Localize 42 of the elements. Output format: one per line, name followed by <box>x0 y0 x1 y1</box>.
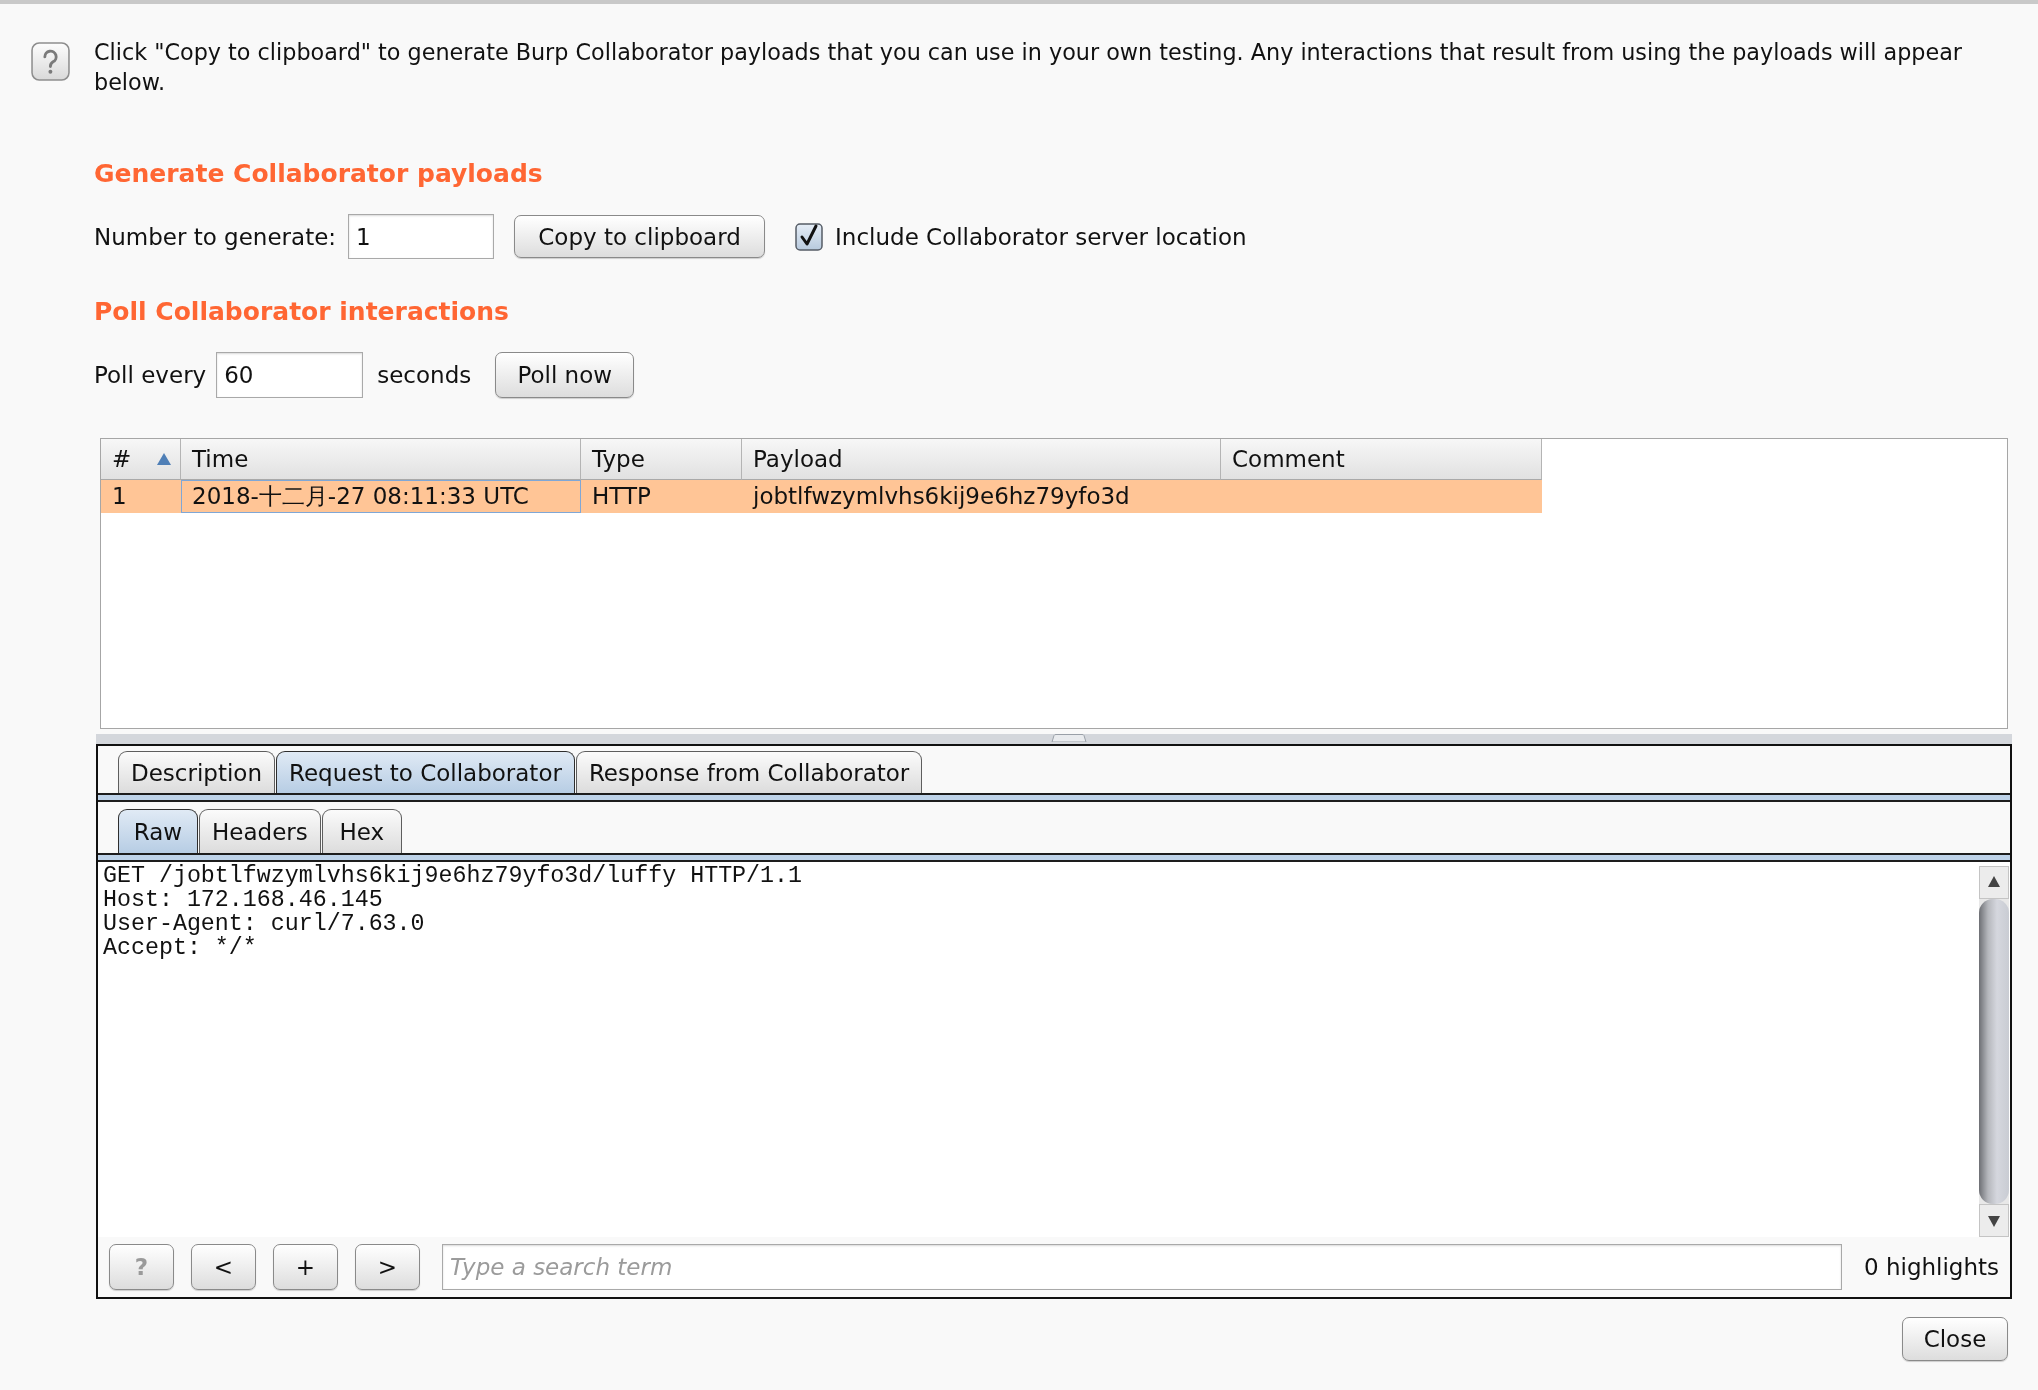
section-heading: Generate Collaborator payloads <box>93 158 544 190</box>
request-line: Accept: */* <box>103 936 257 960</box>
tab[interactable]: Headers <box>199 809 321 853</box>
checkbox-label[interactable]: Include Collaborator server location <box>835 223 1247 250</box>
copy-button[interactable]: Copy to clipboard <box>514 215 766 258</box>
column-header[interactable]: Comment <box>1221 439 1542 480</box>
field-label: Number to generate: <box>94 223 337 250</box>
scrollbar-thumb[interactable] <box>1979 899 2009 1204</box>
help-icon[interactable] <box>31 42 70 81</box>
request-line: GET /jobtlfwzymlvhs6kij9e6hz79yfo3d/luffy HTTP/1.1 <box>103 864 803 888</box>
tab[interactable]: Description <box>118 751 275 793</box>
table-cell-text: 1 <box>111 482 128 511</box>
column-header[interactable]: Type <box>581 439 742 480</box>
table-cell: 2018-十二月-27 08:11:33 UTC <box>181 480 581 513</box>
tab[interactable]: Hex <box>321 809 402 853</box>
tab[interactable]: Request to Collaborator <box>276 751 575 793</box>
grip-icon[interactable] <box>1051 734 1087 742</box>
request-line: User-Agent: curl/7.63.0 <box>103 912 425 936</box>
poll-now-button[interactable]: Poll now <box>495 352 635 398</box>
table-cell-text: jobtlfwzymlvhs6kij9e6hz79yfo3d <box>751 482 1131 511</box>
unit-label: seconds <box>377 362 472 388</box>
column-header[interactable]: # <box>101 439 181 480</box>
scrollbar[interactable] <box>1979 866 2009 1237</box>
previous-button[interactable]: < <box>191 1244 256 1290</box>
section-heading: Poll Collaborator interactions <box>93 296 510 328</box>
column-header[interactable]: Payload <box>742 439 1221 480</box>
tab[interactable]: Response from Collaborator <box>575 751 923 793</box>
request-line: Host: 172.168.46.145 <box>103 888 383 912</box>
table-row[interactable]: 1 2018-十二月-27 08:11:33 UTC HTTP jobtlfwzymlvhs6kij9e6hz79yfo3d <box>101 480 1542 513</box>
column-header[interactable]: Time <box>181 439 581 480</box>
interval-field[interactable]: 60 <box>216 352 364 398</box>
number-field[interactable]: 1 <box>348 214 495 259</box>
tab[interactable]: Raw <box>118 809 198 853</box>
table-cell-text: HTTP <box>591 482 652 511</box>
highlight-count: 0 highlights <box>1864 1254 2000 1280</box>
checkbox[interactable] <box>795 222 824 251</box>
instructions-text: Click "Copy to clipboard" to generate Burp Collaborator payloads that you can use in your own testing. Any interactions that result from using the payloads will appear below. <box>94 38 1963 97</box>
add-button[interactable]: + <box>273 1244 338 1290</box>
field-label: Poll every <box>94 362 207 388</box>
search-field[interactable]: Type a search term <box>442 1244 1842 1290</box>
next-button[interactable]: > <box>355 1244 420 1290</box>
close-button[interactable]: Close <box>1902 1317 2008 1361</box>
